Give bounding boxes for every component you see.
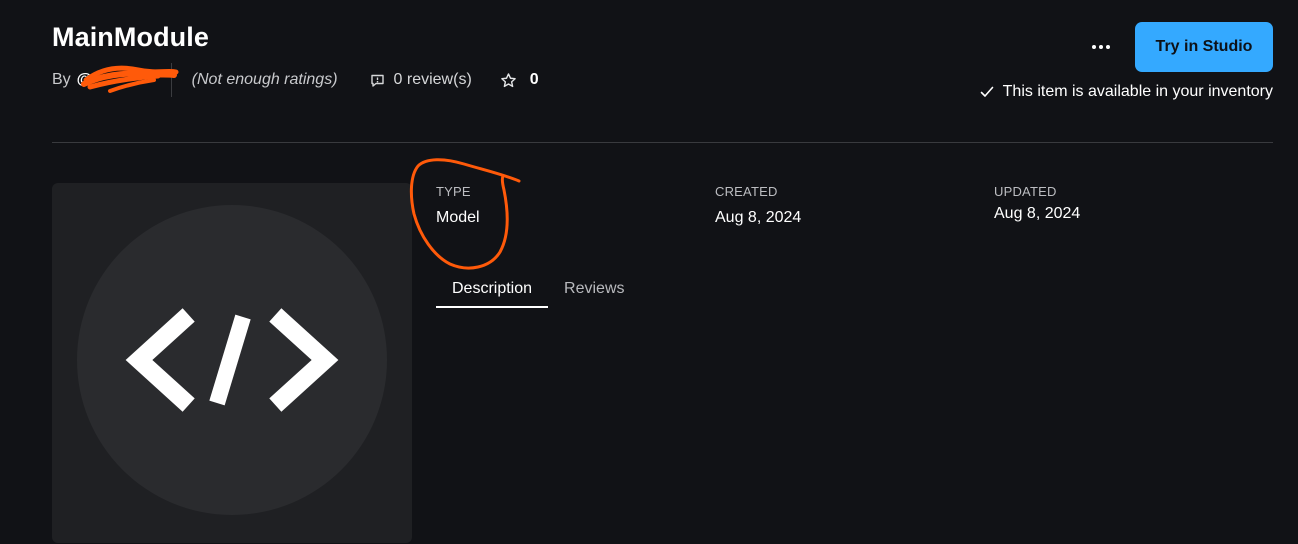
more-options-icon[interactable] [1087, 34, 1115, 60]
item-title: MainModule [52, 22, 209, 52]
updated-label: UPDATED [994, 184, 1057, 199]
byline-separator [170, 63, 172, 97]
item-thumbnail [52, 183, 412, 543]
code-brackets-icon [125, 308, 339, 412]
star-icon [500, 72, 516, 87]
tab-reviews[interactable]: Reviews [548, 270, 640, 308]
ratings-text: (Not enough ratings) [191, 71, 338, 88]
created-label: CREATED [715, 184, 778, 199]
created-detail: CREATED Aug 8, 2024 [715, 184, 801, 227]
by-label: By [52, 71, 71, 88]
type-label: TYPE [436, 184, 471, 199]
favorites-count: 0 [529, 71, 539, 88]
tab-description[interactable]: Description [436, 270, 549, 308]
type-detail: TYPE Model [436, 184, 480, 227]
checkmark-icon [980, 86, 993, 97]
favorite-button[interactable]: 0 [500, 71, 539, 89]
reviews-stat[interactable]: 0 review(s) [370, 71, 472, 89]
reviews-count: 0 review(s) [393, 71, 472, 88]
creator-link[interactable]: @ [77, 71, 157, 89]
inventory-status-text: This item is available in your inventory [1002, 83, 1273, 100]
updated-detail: UPDATED Aug 8, 2024 [994, 184, 1080, 223]
header-divider [52, 142, 1273, 143]
item-details-page: MainModule By @ (Not enough ratings) 0 r… [0, 0, 1298, 544]
try-in-studio-button[interactable]: Try in Studio [1135, 22, 1273, 72]
comment-icon [370, 74, 384, 87]
type-value: Model [436, 209, 480, 226]
created-value: Aug 8, 2024 [715, 209, 802, 226]
item-byline: By @ (Not enough ratings) 0 review(s) 0 [52, 63, 539, 97]
inventory-status: This item is available in your inventory [980, 81, 1273, 103]
updated-value: Aug 8, 2024 [994, 205, 1081, 222]
item-tabs: Description Reviews [436, 270, 641, 308]
